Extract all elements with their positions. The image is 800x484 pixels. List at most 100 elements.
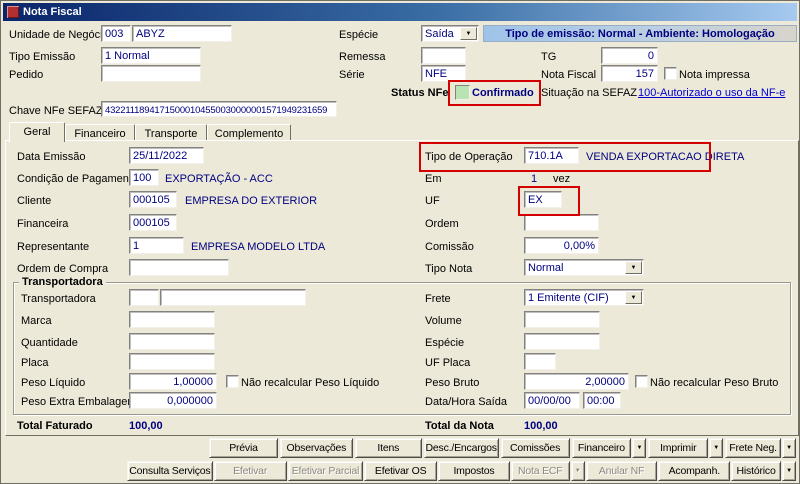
observacoes-button[interactable]: Observações [279,438,353,458]
frete-label: Frete [425,293,451,305]
especie-dropdown-arrow-icon[interactable]: ▼ [460,27,477,40]
chave-nfe-field[interactable]: 4322111894171500010455003000000157194923… [101,101,337,117]
title-bar: Nota Fiscal [3,3,797,21]
efetivar-os-button[interactable]: Efetivar OS [364,461,438,481]
marca-field[interactable] [129,311,215,328]
total-faturado-value: 100,00 [129,420,163,432]
peso-liquido-field[interactable]: 1,00000 [129,373,217,390]
cliente-code-field[interactable]: 000105 [129,191,177,208]
frete-select[interactable]: 1 Emitente (CIF) ▼ [524,289,644,306]
action-row-bottom: Consulta Serviços Efetivar Efetivar Parc… [127,461,796,481]
chave-nfe-label: Chave NFe SEFAZ [9,105,103,117]
especie-label: Espécie [339,29,379,41]
representante-code-field[interactable]: 1 [129,237,184,254]
peso-bruto-label: Peso Bruto [425,377,480,389]
comissoes-button[interactable]: Comissões [500,438,570,458]
nota-impressa-checkbox[interactable] [664,67,677,80]
itens-button[interactable]: Itens [354,438,422,458]
uf-field[interactable]: EX [524,191,562,208]
marca-label: Marca [21,315,52,327]
data-emissao-field[interactable]: 25/11/2022 [129,147,204,164]
tipo-emissao-label: Tipo Emissão [9,51,76,63]
transportadora-name-field[interactable] [160,289,306,306]
imprimir-button[interactable]: Imprimir [648,438,709,458]
nota-fiscal-window: { "window": { "title": "Nota Fiscal" }, … [0,0,800,484]
em-suffix-label: vez [553,173,571,185]
tab-financeiro[interactable]: Financeiro [65,124,135,140]
imprimir-dropdown-arrow-icon[interactable]: ▼ [709,438,724,458]
tg-label: TG [541,51,557,63]
quantidade-field[interactable] [129,333,215,350]
tipo-nota-label: Tipo Nota [425,263,473,275]
status-nfe-label: Status NFe [391,87,449,99]
representante-label: Representante [17,241,90,253]
financeiro-dropdown-arrow-icon[interactable]: ▼ [632,438,647,458]
em-value: 1 [531,173,538,185]
frete-dropdown-arrow-icon[interactable]: ▼ [625,291,642,304]
financeiro-button[interactable]: Financeiro [571,438,632,458]
impostos-button[interactable]: Impostos [438,461,510,481]
window-title: Nota Fiscal [23,6,82,18]
comissao-label: Comissão [425,241,474,253]
consulta-servicos-button[interactable]: Consulta Serviços [127,461,213,481]
tipo-nota-select[interactable]: Normal ▼ [524,259,644,276]
transportadora-group-title: Transportadora [19,276,106,289]
tab-geral[interactable]: Geral [9,122,65,142]
desc-encargos-button[interactable]: Desc./Encargos [423,438,499,458]
efetivar-button: Efetivar [213,461,287,481]
financeira-label: Financeira [17,218,69,230]
tab-transporte[interactable]: Transporte [135,124,207,140]
data-saida-field[interactable]: 00/00/00 [524,392,580,409]
sefaz-status-link[interactable]: 100-Autorizado o uso da NF-e [638,87,785,99]
uf-placa-field[interactable] [524,353,556,370]
financeira-code-field[interactable]: 000105 [129,214,177,231]
tipo-operacao-code-field[interactable]: 710.1A [524,147,579,164]
window-icon [7,6,19,18]
tipo-nota-dropdown-arrow-icon[interactable]: ▼ [625,261,642,274]
condicao-pagamento-code-field[interactable]: 100 [129,169,159,186]
historico-dropdown-arrow-icon[interactable]: ▼ [781,461,796,481]
nota-fiscal-label: Nota Fiscal [541,69,597,81]
nao-recalcular-peso-bruto-checkbox[interactable] [635,375,648,388]
nota-ecf-split-button: Nota ECF ▼ [510,461,585,481]
unidade-negocio-name-field[interactable]: ABYZ [132,25,232,42]
condicao-pagamento-desc: EXPORTAÇÃO - ACC [165,173,273,185]
peso-bruto-field[interactable]: 2,00000 [524,373,629,390]
serie-field[interactable]: NFE [421,65,466,82]
em-label: Em [425,173,442,185]
acompanh-button[interactable]: Acompanh. [658,461,731,481]
especie-select[interactable]: Saída ▼ [421,25,479,42]
quantidade-label: Quantidade [21,337,78,349]
tab-complemento[interactable]: Complemento [207,124,291,140]
efetivar-parcial-button: Efetivar Parcial [287,461,364,481]
previa-button[interactable]: Prévia [209,438,278,458]
frete-neg-button[interactable]: Frete Neg. [725,438,781,458]
nao-recalcular-peso-liquido-checkbox[interactable] [226,375,239,388]
remessa-field[interactable] [421,47,466,64]
nota-fiscal-number-field[interactable]: 157 [601,65,658,82]
ordem-field[interactable] [524,214,599,231]
historico-button[interactable]: Histórico [731,461,781,481]
comissao-field[interactable]: 0,00% [524,237,599,254]
condicao-pagamento-label: Condição de Pagamento [17,173,139,185]
transportadora-code-field[interactable] [129,289,159,306]
tipo-emissao-field[interactable]: 1 Normal [101,47,201,64]
uf-placa-label: UF Placa [425,357,471,369]
peso-extra-embalagem-field[interactable]: 0,000000 [129,392,217,409]
pedido-field[interactable] [101,65,201,82]
ordem-compra-field[interactable] [129,259,229,276]
ordem-compra-label: Ordem de Compra [17,263,109,275]
unidade-negocio-code-field[interactable]: 003 [101,25,131,42]
tg-field[interactable]: 0 [601,47,658,64]
placa-label: Placa [21,357,49,369]
total-da-nota-label: Total da Nota [425,420,494,432]
placa-field[interactable] [129,353,215,370]
especie-transporte-field[interactable] [524,333,600,350]
action-row-top: Prévia Observações Itens Desc./Encargos … [209,438,796,458]
volume-field[interactable] [524,311,600,328]
frete-neg-dropdown-arrow-icon[interactable]: ▼ [781,438,796,458]
tipo-operacao-label: Tipo de Operação [425,151,513,163]
frete-neg-split-button: Frete Neg. ▼ [725,438,796,458]
financeiro-split-button: Financeiro ▼ [571,438,647,458]
hora-saida-field[interactable]: 00:00 [583,392,621,409]
